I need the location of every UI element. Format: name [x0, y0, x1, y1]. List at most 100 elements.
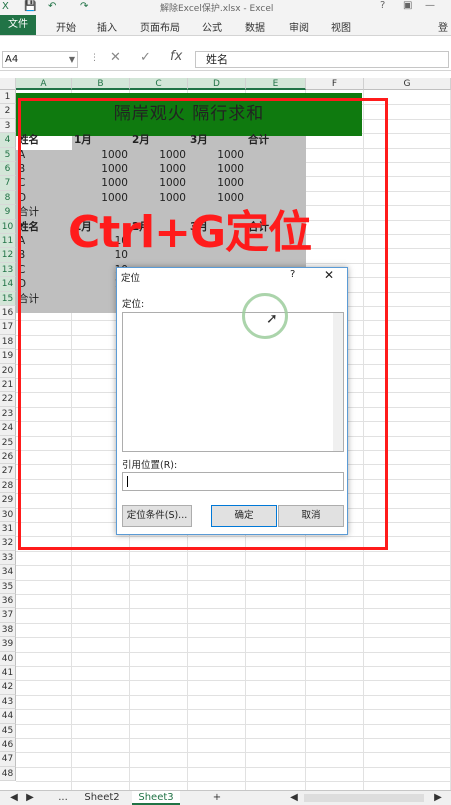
scroll-right-icon[interactable]: ▶: [24, 791, 36, 805]
row-header[interactable]: 4: [0, 133, 16, 148]
row-header[interactable]: 20: [0, 363, 16, 378]
formula-input[interactable]: 姓名: [195, 51, 449, 68]
row-header[interactable]: 3: [0, 118, 16, 134]
name-box[interactable]: A4 ▼: [2, 51, 78, 68]
row-header[interactable]: 14: [0, 277, 16, 292]
row-header[interactable]: 15: [0, 291, 16, 306]
row-header[interactable]: 47: [0, 752, 16, 767]
row-header[interactable]: 40: [0, 651, 16, 666]
tab-home[interactable]: 开始: [56, 19, 76, 34]
row-header[interactable]: 9: [0, 205, 16, 220]
hscroll-right-icon[interactable]: ▶: [432, 791, 444, 805]
sheet-tab-sheet2[interactable]: Sheet2: [80, 791, 124, 805]
row-header[interactable]: 42: [0, 680, 16, 695]
chevron-down-icon[interactable]: ▼: [69, 52, 75, 67]
cancel-entry-icon[interactable]: ✕: [110, 50, 121, 65]
tab-insert[interactable]: 插入: [97, 19, 117, 34]
row-header[interactable]: 43: [0, 694, 16, 710]
tab-review[interactable]: 审阅: [289, 19, 309, 34]
horizontal-scrollbar[interactable]: [304, 794, 424, 802]
help-icon[interactable]: ?: [380, 0, 385, 11]
row-header[interactable]: 2: [0, 104, 16, 119]
row-header[interactable]: 13: [0, 262, 16, 278]
cancel-button[interactable]: 取消: [278, 505, 344, 527]
row-header[interactable]: 26: [0, 450, 16, 465]
row-header[interactable]: 11: [0, 234, 16, 249]
ribbon-options-icon[interactable]: ▣: [403, 0, 412, 11]
tab-page-layout[interactable]: 页面布局: [140, 19, 180, 34]
goto-label: 定位:: [122, 299, 145, 310]
row-header[interactable]: 21: [0, 378, 16, 393]
row-header[interactable]: 39: [0, 637, 16, 652]
row-header[interactable]: 31: [0, 522, 16, 537]
row-header[interactable]: 33: [0, 550, 16, 566]
row-header[interactable]: 44: [0, 709, 16, 724]
add-sheet-icon[interactable]: +: [208, 791, 226, 805]
goto-list-scrollbar[interactable]: [333, 313, 343, 451]
ok-button[interactable]: 确定: [211, 505, 277, 527]
row-header[interactable]: 46: [0, 738, 16, 753]
undo-icon[interactable]: ↶: [48, 1, 56, 12]
dialog-help-icon[interactable]: ?: [290, 269, 295, 280]
row-header[interactable]: 32: [0, 536, 16, 551]
row-header[interactable]: 7: [0, 176, 16, 191]
row-header[interactable]: 12: [0, 248, 16, 263]
select-all-corner[interactable]: [0, 78, 16, 90]
redo-icon[interactable]: ↷: [80, 1, 88, 12]
row-header[interactable]: 48: [0, 766, 16, 782]
row-header[interactable]: 34: [0, 565, 16, 580]
row-header[interactable]: 1: [0, 90, 16, 105]
dialog-close-icon[interactable]: ✕: [324, 268, 334, 282]
row-header[interactable]: 16: [0, 306, 16, 321]
column-header-e[interactable]: E: [246, 78, 306, 90]
special-button[interactable]: 定位条件(S)...: [122, 505, 192, 527]
column-header-g[interactable]: G: [364, 78, 451, 90]
row-header[interactable]: 6: [0, 162, 16, 177]
row-header[interactable]: 24: [0, 421, 16, 436]
row-header[interactable]: 19: [0, 349, 16, 364]
column-header-c[interactable]: C: [130, 78, 188, 90]
row-header[interactable]: 28: [0, 478, 16, 494]
sheet-tab-bar: ◀ ▶ ... Sheet2 Sheet3 + ◀ ▶: [0, 790, 451, 805]
row-header[interactable]: 22: [0, 392, 16, 407]
row-header[interactable]: 30: [0, 507, 16, 522]
column-header-b[interactable]: B: [72, 78, 130, 90]
tab-view[interactable]: 视图: [331, 19, 351, 34]
goto-list[interactable]: [122, 312, 344, 452]
row-header[interactable]: 8: [0, 190, 16, 206]
sheet-tab-sheet3[interactable]: Sheet3: [132, 791, 180, 805]
row-header[interactable]: 36: [0, 594, 16, 609]
grid-hline: [16, 666, 451, 667]
insert-function-icon[interactable]: fx: [170, 49, 182, 64]
tab-file[interactable]: 文件: [0, 15, 36, 35]
row-header[interactable]: 37: [0, 608, 16, 623]
row-header[interactable]: 27: [0, 464, 16, 479]
row-header[interactable]: 18: [0, 334, 16, 350]
tab-formulas[interactable]: 公式: [202, 19, 222, 34]
row-header[interactable]: 10: [0, 219, 16, 234]
tab-data[interactable]: 数据: [245, 19, 265, 34]
row-header[interactable]: 5: [0, 147, 16, 162]
reference-label: 引用位置(R):: [122, 460, 178, 471]
row-header[interactable]: 29: [0, 493, 16, 508]
minimize-icon[interactable]: —: [425, 0, 435, 11]
row-header[interactable]: 25: [0, 435, 16, 450]
row-header[interactable]: 45: [0, 723, 16, 738]
row-header[interactable]: 17: [0, 320, 16, 335]
column-header-f[interactable]: F: [306, 78, 364, 90]
enter-icon[interactable]: ✓: [140, 50, 151, 65]
grid-hline: [16, 766, 451, 768]
save-icon[interactable]: 💾: [24, 1, 36, 12]
sign-in-link[interactable]: 登: [438, 19, 448, 34]
row-header[interactable]: 35: [0, 579, 16, 594]
more-sheets[interactable]: ...: [56, 791, 70, 805]
grid-hline: [16, 680, 451, 682]
row-header[interactable]: 23: [0, 406, 16, 422]
column-header-d[interactable]: D: [188, 78, 246, 90]
row-header[interactable]: 41: [0, 666, 16, 681]
row-header[interactable]: 38: [0, 622, 16, 638]
hscroll-left-icon[interactable]: ◀: [288, 791, 300, 805]
column-header-a[interactable]: A: [16, 78, 72, 90]
scroll-left-icon[interactable]: ◀: [8, 791, 20, 805]
reference-input[interactable]: [122, 472, 344, 491]
